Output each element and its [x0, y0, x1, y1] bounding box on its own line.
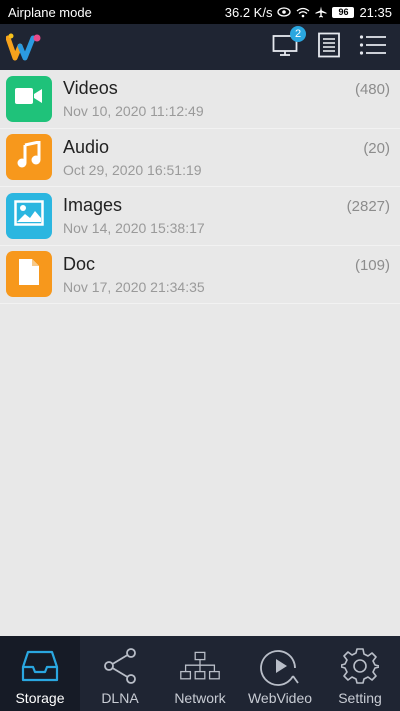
status-right: 36.2 K/s 96 21:35: [225, 5, 392, 20]
list-item-audio[interactable]: Audio (20) Oct 29, 2020 16:51:19: [0, 128, 400, 187]
app-logo-icon: [5, 32, 42, 62]
list-menu-button[interactable]: [358, 32, 388, 62]
nav-setting[interactable]: Setting: [320, 636, 400, 711]
item-date: Nov 14, 2020 15:38:17: [63, 220, 205, 237]
nav-label: DLNA: [101, 690, 139, 706]
nav-label: Setting: [338, 690, 382, 706]
audio-text: Audio (20) Oct 29, 2020 16:51:19: [63, 137, 390, 178]
gear-icon: [340, 646, 380, 686]
wifi-icon: [296, 7, 310, 18]
item-count: (480): [354, 81, 390, 99]
list-item-doc[interactable]: Doc (109) Nov 17, 2020 21:34:35: [0, 245, 400, 304]
network-tree-icon: [180, 646, 220, 686]
item-count: (20): [363, 139, 390, 157]
item-title: Audio: [63, 136, 110, 157]
document-file-icon: [17, 258, 41, 291]
doc-tile: [6, 251, 52, 298]
item-title: Doc: [63, 253, 96, 274]
videos-tile: [6, 75, 52, 122]
item-title: Videos: [63, 78, 118, 99]
document-icon: [317, 32, 341, 63]
list-item-videos[interactable]: Videos (480) Nov 10, 2020 11:12:49: [0, 70, 400, 129]
doc-text: Doc (109) Nov 17, 2020 21:34:35: [63, 254, 390, 295]
nav-webvideo[interactable]: WebVideo: [240, 636, 320, 711]
screen-cast-button[interactable]: 2: [270, 26, 306, 62]
images-text: Images (2827) Nov 14, 2020 15:38:17: [63, 195, 390, 236]
image-icon: [14, 200, 44, 231]
document-view-button[interactable]: [314, 32, 344, 62]
list-menu-icon: [359, 34, 387, 61]
images-tile: [6, 192, 52, 239]
airplane-icon: [315, 6, 327, 18]
item-count: (2827): [346, 198, 390, 216]
video-camera-icon: [14, 85, 44, 112]
share-icon: [100, 646, 140, 686]
app-bar: 2: [0, 24, 400, 70]
eye-icon: [277, 7, 292, 17]
app-actions: 2: [270, 26, 394, 62]
nav-storage[interactable]: Storage: [0, 636, 80, 711]
nav-network[interactable]: Network: [160, 636, 240, 711]
status-bar: Airplane mode 36.2 K/s 96 21:35: [0, 0, 400, 24]
play-circle-icon: [260, 646, 300, 686]
audio-tile: [6, 134, 52, 181]
network-speed: 36.2 K/s: [224, 4, 273, 20]
nav-dlna[interactable]: DLNA: [80, 636, 160, 711]
item-date: Nov 10, 2020 11:12:49: [63, 103, 204, 120]
storage-category-list: Videos (480) Nov 10, 2020 11:12:49 Audio…: [0, 70, 400, 304]
inbox-tray-icon: [20, 646, 60, 686]
item-date: Nov 17, 2020 21:34:35: [63, 278, 205, 295]
devices-badge: 2: [290, 26, 306, 42]
item-date: Oct 29, 2020 16:51:19: [63, 161, 202, 178]
nav-label: Network: [174, 690, 226, 706]
list-item-images[interactable]: Images (2827) Nov 14, 2020 15:38:17: [0, 187, 400, 246]
bottom-navigation: Storage DLNA Network WebVideo Setting: [0, 636, 400, 711]
clock: 21:35: [359, 4, 392, 20]
battery-indicator: 96: [332, 6, 355, 18]
item-title: Images: [63, 195, 123, 216]
videos-text: Videos (480) Nov 10, 2020 11:12:49: [63, 78, 390, 119]
item-count: (109): [354, 256, 390, 274]
nav-label: WebVideo: [247, 690, 313, 706]
nav-label: Storage: [15, 690, 65, 706]
airplane-mode-label: Airplane mode: [8, 4, 92, 20]
music-note-icon: [16, 139, 42, 174]
